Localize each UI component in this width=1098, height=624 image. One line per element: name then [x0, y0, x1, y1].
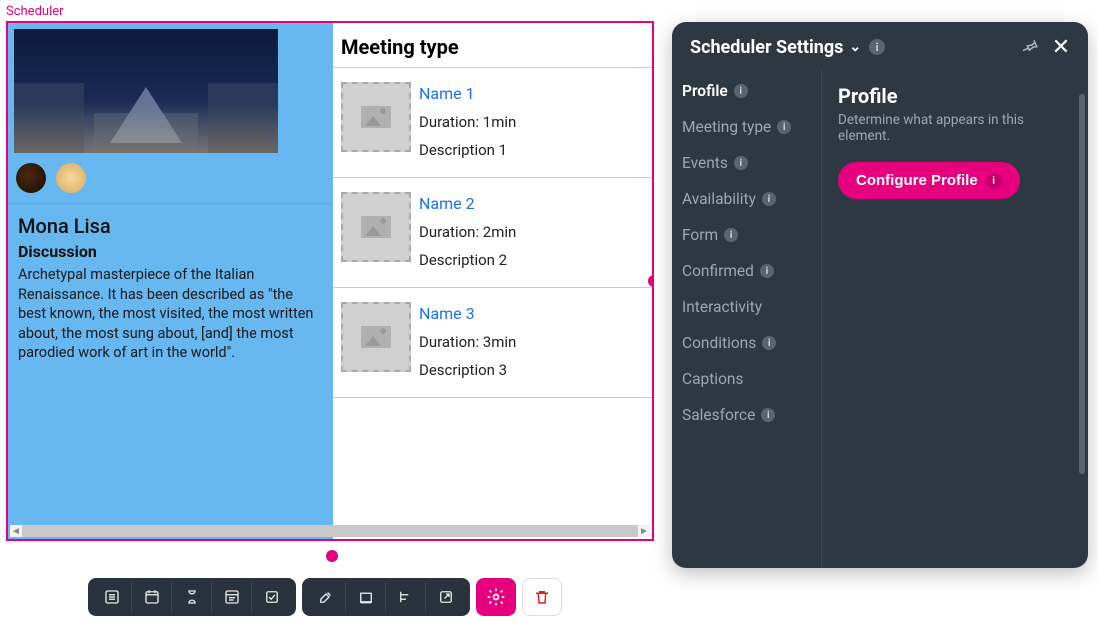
- meeting-name[interactable]: Name 3: [419, 304, 516, 323]
- meeting-duration: Duration: 1min: [419, 113, 516, 131]
- image-placeholder-icon: [341, 192, 411, 262]
- scroll-left-icon[interactable]: ◄: [10, 525, 22, 537]
- nav-label: Captions: [682, 370, 743, 388]
- info-icon[interactable]: i: [869, 39, 885, 55]
- meeting-type-pane: Meeting type Name 1 Duration: 1min Descr…: [333, 23, 652, 539]
- checkbox-icon[interactable]: [252, 582, 292, 612]
- calendar-icon[interactable]: [132, 582, 172, 612]
- nav-label: Interactivity: [682, 298, 762, 316]
- meeting-item[interactable]: Name 2 Duration: 2min Description 2: [333, 178, 652, 288]
- scrollbar-track[interactable]: [22, 525, 638, 537]
- align-left-icon[interactable]: [386, 582, 426, 612]
- info-icon[interactable]: i: [986, 173, 1002, 189]
- meeting-description: Description 1: [419, 141, 516, 159]
- nav-label: Salesforce: [682, 406, 755, 424]
- nav-label: Events: [682, 154, 728, 172]
- info-icon[interactable]: i: [734, 84, 748, 98]
- meeting-name[interactable]: Name 1: [419, 84, 516, 103]
- nav-label: Meeting type: [682, 118, 771, 136]
- nav-item-meeting-type[interactable]: Meeting type i: [682, 118, 817, 136]
- profile-subtitle: Discussion: [18, 242, 323, 261]
- settings-title[interactable]: Scheduler Settings ⌄: [690, 37, 861, 58]
- scheduler-canvas[interactable]: Mona Lisa Discussion Archetypal masterpi…: [6, 21, 654, 541]
- frame-icon[interactable]: [346, 582, 386, 612]
- resize-handle-bottom[interactable]: [326, 550, 338, 562]
- info-icon[interactable]: i: [724, 228, 738, 242]
- info-icon[interactable]: i: [760, 264, 774, 278]
- avatar: [56, 163, 86, 193]
- meeting-duration: Duration: 2min: [419, 223, 516, 241]
- chevron-down-icon[interactable]: ⌄: [849, 39, 861, 55]
- configure-profile-button[interactable]: Configure Profile i: [838, 162, 1020, 199]
- nav-label: Conditions: [682, 334, 756, 352]
- delete-button[interactable]: [522, 578, 562, 616]
- image-placeholder-icon: [341, 302, 411, 372]
- info-icon[interactable]: i: [761, 408, 775, 422]
- element-toolbar: [88, 578, 562, 616]
- scroll-right-icon[interactable]: ►: [638, 525, 650, 537]
- nav-label: Availability: [682, 190, 756, 208]
- resize-handle-right[interactable]: [648, 275, 654, 287]
- info-icon[interactable]: i: [762, 336, 776, 350]
- settings-main: Profile Determine what appears in this e…: [822, 70, 1088, 568]
- nav-item-salesforce[interactable]: Salesforce i: [682, 406, 817, 424]
- nav-label: Confirmed: [682, 262, 754, 280]
- settings-panel: Scheduler Settings ⌄ i ✕ Profile i Meetin…: [672, 22, 1088, 568]
- nav-item-form[interactable]: Formi: [682, 226, 817, 244]
- info-icon[interactable]: i: [762, 192, 776, 206]
- avatar: [16, 163, 46, 193]
- settings-main-subtitle: Determine what appears in this element.: [838, 112, 1072, 144]
- open-external-icon[interactable]: [426, 582, 466, 612]
- configure-profile-label: Configure Profile: [856, 172, 978, 189]
- nav-item-captions[interactable]: Captions: [682, 370, 817, 388]
- profile-card: Mona Lisa Discussion Archetypal masterpi…: [8, 23, 333, 539]
- nav-item-interactivity[interactable]: Interactivity: [682, 298, 817, 316]
- meeting-item[interactable]: Name 3 Duration: 3min Description 3: [333, 288, 652, 398]
- scrollbar-thumb[interactable]: [1079, 94, 1085, 474]
- meeting-description: Description 2: [419, 251, 516, 269]
- settings-title-text: Scheduler Settings: [690, 37, 843, 58]
- meeting-name[interactable]: Name 2: [419, 194, 516, 213]
- meeting-item[interactable]: Name 1 Duration: 1min Description 1: [333, 68, 652, 178]
- nav-item-conditions[interactable]: Conditions i: [682, 334, 817, 352]
- meeting-list: Name 1 Duration: 1min Description 1 Name…: [333, 67, 652, 398]
- nav-label: Form: [682, 226, 718, 244]
- list-view-icon[interactable]: [92, 582, 132, 612]
- profile-description: Archetypal masterpiece of the Italian Re…: [18, 265, 323, 363]
- meeting-type-header: Meeting type: [333, 35, 652, 67]
- settings-main-title: Profile: [838, 84, 1072, 108]
- nav-item-profile[interactable]: Profile i: [682, 82, 817, 100]
- pin-icon[interactable]: [1020, 36, 1042, 58]
- panel-icon[interactable]: [212, 582, 252, 612]
- profile-hero-image: [14, 29, 278, 153]
- info-icon[interactable]: i: [734, 156, 748, 170]
- paint-icon[interactable]: [306, 582, 346, 612]
- nav-item-events[interactable]: Eventsi: [682, 154, 817, 172]
- toolbar-group-style: [302, 578, 470, 616]
- nav-label: Profile: [682, 82, 728, 100]
- close-icon[interactable]: ✕: [1050, 36, 1072, 58]
- settings-nav: Profilei Meeting typei Eventsi Availabil…: [672, 70, 822, 568]
- canvas-label: Scheduler: [6, 4, 658, 19]
- meeting-duration: Duration: 3min: [419, 333, 516, 351]
- nav-item-availability[interactable]: Availability i: [682, 190, 817, 208]
- nav-item-confirmed[interactable]: Confirmed i: [682, 262, 817, 280]
- hourglass-icon[interactable]: [172, 582, 212, 612]
- meeting-description: Description 3: [419, 361, 516, 379]
- info-icon[interactable]: i: [777, 120, 791, 134]
- horizontal-scrollbar[interactable]: ◄ ►: [10, 525, 650, 537]
- settings-scrollbar[interactable]: [1079, 94, 1085, 554]
- profile-title: Mona Lisa: [18, 214, 323, 238]
- toolbar-group-views: [88, 578, 296, 616]
- settings-gear-button[interactable]: [476, 578, 516, 616]
- image-placeholder-icon: [341, 82, 411, 152]
